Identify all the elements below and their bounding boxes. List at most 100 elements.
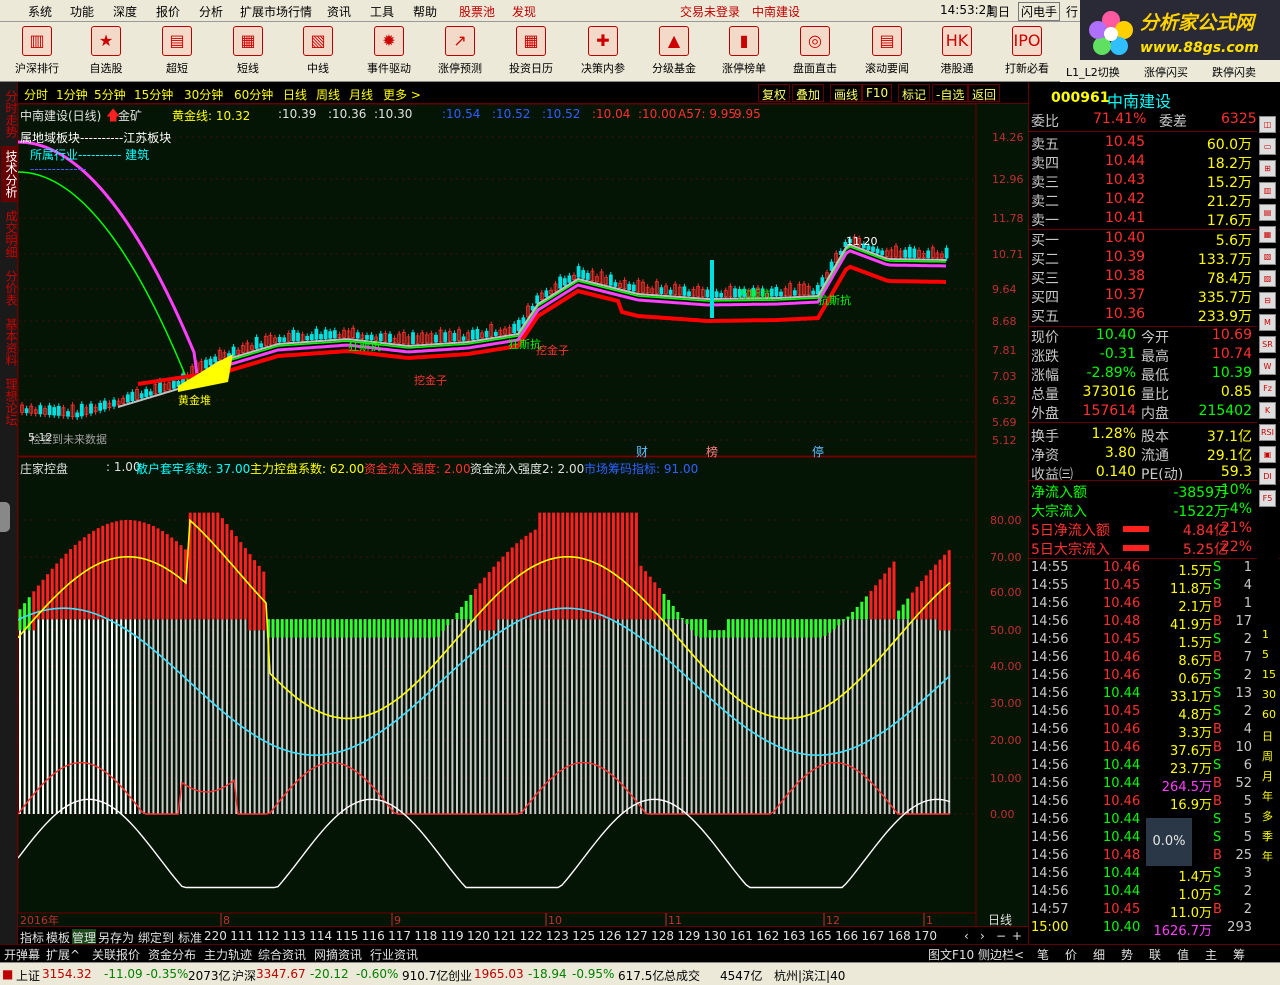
buy-level-price[interactable]: 10.38 xyxy=(1105,268,1145,284)
quote-tab-4[interactable]: 势 xyxy=(1121,946,1133,963)
toolbar-button-1[interactable]: ▥ 沪深排行 xyxy=(6,24,68,80)
info-tab-5[interactable]: 主力轨迹 xyxy=(204,946,252,963)
indicator-tab-7[interactable]: 220 xyxy=(204,929,227,943)
tab-trade-detail[interactable]: 成交明细 xyxy=(1,206,18,262)
indicator-tab-12[interactable]: 115 xyxy=(336,929,359,943)
indicator-name[interactable]: 金矿 xyxy=(118,107,142,124)
quote-tab-3[interactable]: 细 xyxy=(1093,946,1105,963)
toolbar-button-15[interactable]: IPO 打新必看 xyxy=(996,24,1058,80)
side-tool-icon-8[interactable]: ▨ xyxy=(1259,270,1276,287)
side-tool-icon-14[interactable]: K xyxy=(1259,402,1276,419)
side-tool-icon-17[interactable]: DI xyxy=(1259,468,1276,485)
indicator-tab-13[interactable]: 116 xyxy=(362,929,385,943)
event-suspend-icon[interactable]: 停 xyxy=(812,443,824,460)
side-tool-icon-13[interactable]: Fz xyxy=(1259,380,1276,397)
period-button-7[interactable]: 返回 xyxy=(968,84,1001,102)
side-tool-icon-10[interactable]: M xyxy=(1259,314,1276,331)
menu-quote[interactable]: 报价 xyxy=(156,3,180,20)
period-shortcut-7[interactable]: 周 xyxy=(1262,748,1273,764)
side-tool-icon-7[interactable]: ▧ xyxy=(1259,248,1276,265)
sell-level-price[interactable]: 10.42 xyxy=(1105,191,1145,207)
tab-basic-info[interactable]: 基本资料 xyxy=(1,314,18,370)
period-shortcut-9[interactable]: 年 xyxy=(1262,788,1273,804)
quote-tab-5[interactable]: 联 xyxy=(1149,946,1161,963)
side-tool-icon-16[interactable]: ▣ xyxy=(1259,446,1276,463)
buy-level-price[interactable]: 10.39 xyxy=(1105,249,1145,265)
indicator-tab-25[interactable]: 129 xyxy=(677,929,700,943)
period-5[interactable]: 30分钟 xyxy=(184,86,223,103)
indicator-tab-16[interactable]: 119 xyxy=(441,929,464,943)
indicator-tab-23[interactable]: 127 xyxy=(625,929,648,943)
period-button-2[interactable]: 叠加 xyxy=(792,84,825,102)
flash-trade-button[interactable]: 闪电手 xyxy=(1018,2,1061,21)
period-6[interactable]: 60分钟 xyxy=(234,86,273,103)
side-tool-icon-12[interactable]: W xyxy=(1259,358,1276,375)
zoom-out-icon[interactable]: − xyxy=(996,929,1006,943)
period-shortcut-10[interactable]: 多 xyxy=(1262,808,1273,824)
sell-level-price[interactable]: 10.45 xyxy=(1105,134,1145,150)
period-10[interactable]: 更多 > xyxy=(383,86,421,103)
menu-system[interactable]: 系统 xyxy=(28,3,52,20)
indicator-tab-33[interactable]: 168 xyxy=(888,929,911,943)
toolbar-button-5[interactable]: ▧ 中线 xyxy=(287,24,349,80)
indicator-tab-9[interactable]: 112 xyxy=(257,929,280,943)
indicator-tab-27[interactable]: 161 xyxy=(730,929,753,943)
toolbar-button-7[interactable]: ↗ 涨停预测 xyxy=(429,24,491,80)
period-9[interactable]: 月线 xyxy=(349,86,373,103)
indicator-tab-20[interactable]: 123 xyxy=(546,929,569,943)
menu-help[interactable]: 帮助 xyxy=(413,3,437,20)
indicator-tab-30[interactable]: 165 xyxy=(809,929,832,943)
quote-tab-6[interactable]: 值 xyxy=(1177,946,1189,963)
tab-price-table[interactable]: 分价表 xyxy=(1,266,18,310)
chart-canvas[interactable]: 14.26 12.96 11.78 10.71 9.64 8.68 7.81 7.03 6.32… xyxy=(18,82,1028,926)
period-1[interactable]: 分时 xyxy=(24,86,48,103)
indicator-tab-10[interactable]: 113 xyxy=(283,929,306,943)
zoom-in-icon[interactable]: + xyxy=(1012,929,1022,943)
period-button-4[interactable]: F10 xyxy=(862,84,893,102)
period-button-3[interactable]: 画线 xyxy=(830,84,863,102)
period-shortcut-6[interactable]: 日 xyxy=(1262,728,1273,744)
info-tab-8[interactable]: 行业资讯 xyxy=(370,946,418,963)
period-shortcut-1[interactable]: 1 xyxy=(1262,628,1269,641)
toolbar-button-4[interactable]: ▦ 短线 xyxy=(217,24,279,80)
side-tool-icon-6[interactable]: ▦ xyxy=(1259,226,1276,243)
toolbar-button-3[interactable]: ▤ 超短 xyxy=(146,24,208,80)
menu-stock-pool[interactable]: 股票池 xyxy=(459,3,495,20)
period-shortcut-8[interactable]: 月 xyxy=(1262,768,1273,784)
indicator-tab-22[interactable]: 126 xyxy=(599,929,622,943)
period-button-1[interactable]: 复权 xyxy=(758,84,791,102)
period-shortcut-11[interactable]: 季 xyxy=(1262,828,1273,844)
buy-level-price[interactable]: 10.36 xyxy=(1105,306,1145,322)
quote-tab-1[interactable]: 笔 xyxy=(1037,946,1049,963)
indicator-tab-34[interactable]: 170 xyxy=(914,929,937,943)
toolbar-button-13[interactable]: ▤ 滚动要闻 xyxy=(856,24,918,80)
period-button-6[interactable]: -自选 xyxy=(932,84,969,102)
indicator-tab-32[interactable]: 167 xyxy=(862,929,885,943)
side-tool-icon-5[interactable]: ▤ xyxy=(1259,204,1276,221)
indicator-tab-8[interactable]: 111 xyxy=(230,929,253,943)
menu-analysis[interactable]: 分析 xyxy=(199,3,223,20)
tab-forum[interactable]: 理想论坛 xyxy=(1,374,18,430)
toolbar-button-17[interactable]: 涨停闪买 xyxy=(1144,64,1188,80)
event-finance-icon[interactable]: 财 xyxy=(636,443,648,460)
period-shortcut-2[interactable]: 5 xyxy=(1262,648,1269,661)
info-tab-6[interactable]: 综合资讯 xyxy=(258,946,306,963)
f10-button[interactable]: 图文F10 xyxy=(928,946,974,963)
period-3[interactable]: 5分钟 xyxy=(94,86,126,103)
sell-level-price[interactable]: 10.41 xyxy=(1105,210,1145,226)
indicator-tab-21[interactable]: 125 xyxy=(572,929,595,943)
toolbar-button-8[interactable]: ▦ 投资日历 xyxy=(500,24,562,80)
info-tab-1[interactable]: 开弹幕 xyxy=(4,946,40,963)
period-shortcut-4[interactable]: 30 xyxy=(1262,688,1276,701)
period-shortcut-12[interactable]: 年 xyxy=(1262,848,1273,864)
toolbar-button-12[interactable]: ◎ 盘面直击 xyxy=(784,24,846,80)
indicator-tab-19[interactable]: 122 xyxy=(520,929,543,943)
side-tool-icon-9[interactable]: ⊟ xyxy=(1259,292,1276,309)
toolbar-button-11[interactable]: ▮ 涨停榜单 xyxy=(713,24,775,80)
trade-button[interactable]: 行 xyxy=(1066,3,1078,20)
info-tab-4[interactable]: 资金分布 xyxy=(148,946,196,963)
menu-discover[interactable]: 发现 xyxy=(512,3,536,20)
event-list-icon[interactable]: 榜 xyxy=(706,443,718,460)
float-percent-badge[interactable]: 0.0% xyxy=(1146,818,1192,866)
indicator-tab-15[interactable]: 118 xyxy=(414,929,437,943)
